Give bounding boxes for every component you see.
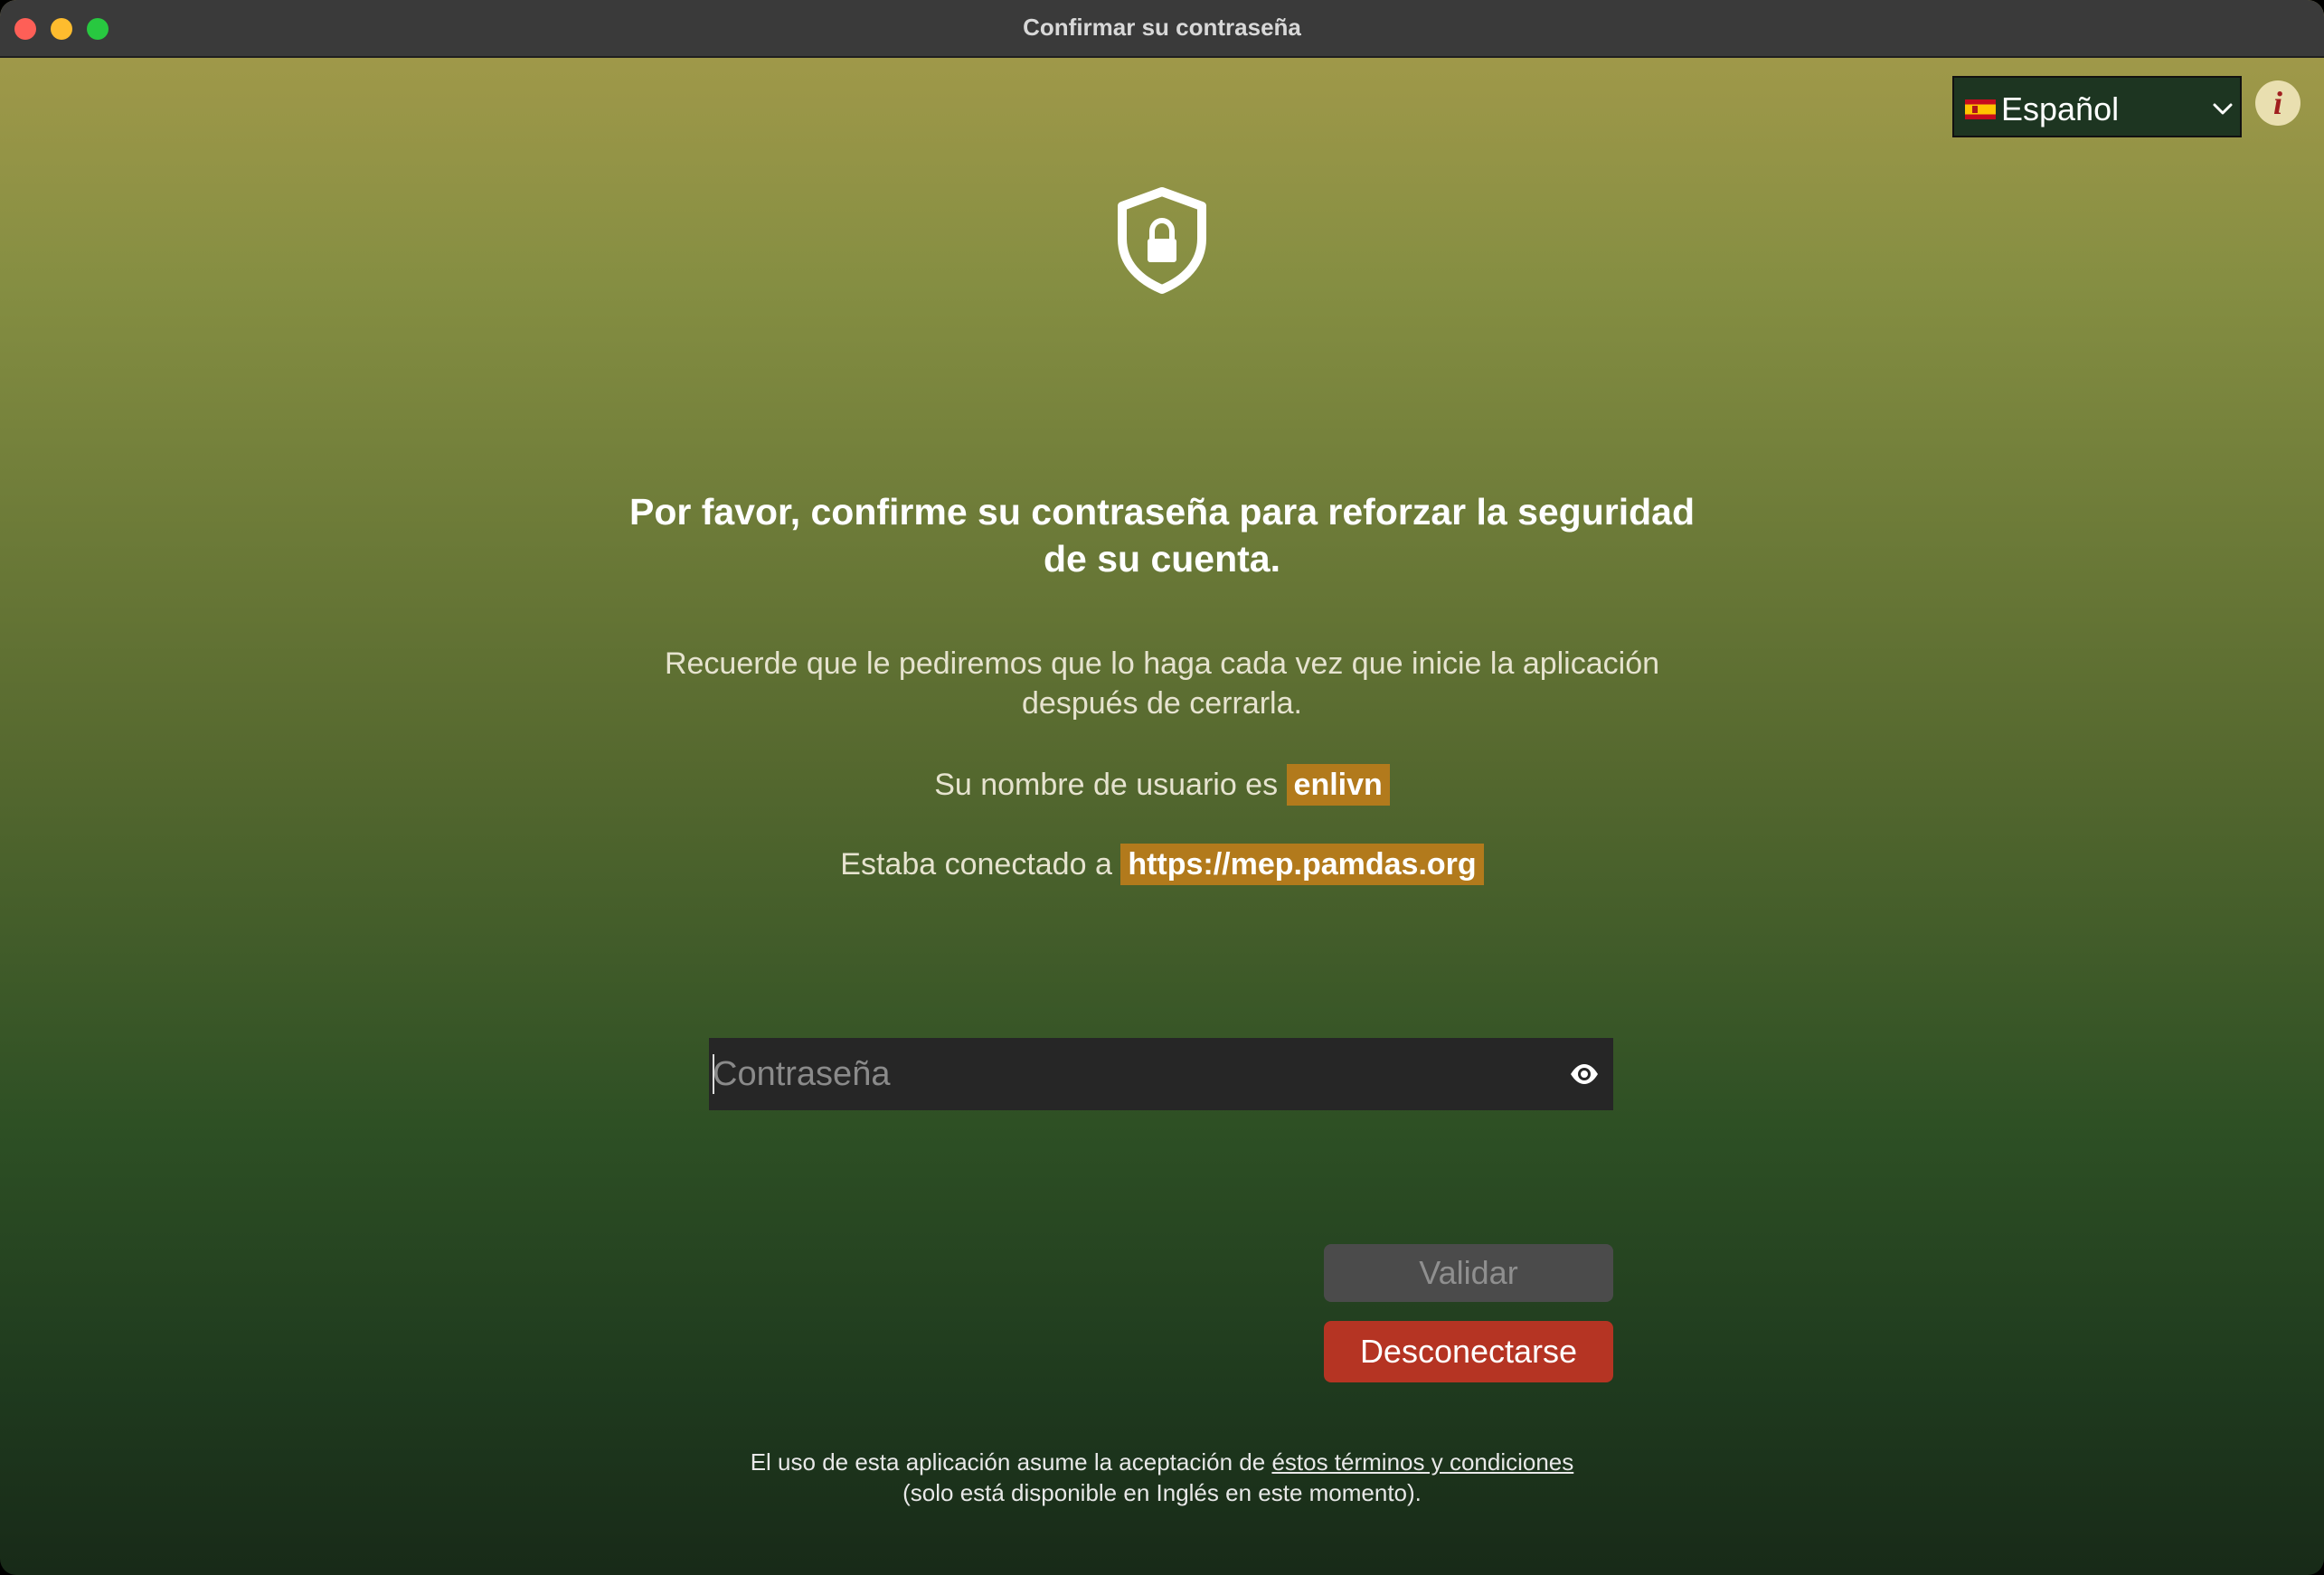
reminder-text: Recuerde que le pediremos que lo haga ca…: [664, 646, 1660, 721]
chevron-down-icon: [2213, 103, 2233, 115]
info-button[interactable]: i: [2255, 80, 2300, 126]
password-input[interactable]: [713, 1038, 1526, 1110]
shield-lock-icon: [1118, 187, 1206, 294]
terms-prefix: El uso de esta aplicación asume la acept…: [750, 1448, 1266, 1476]
window-title: Confirmar su contraseña: [1023, 14, 1301, 41]
title-bar: Confirmar su contraseña: [0, 0, 2324, 58]
page-headline: Por favor, confirme su contraseña para r…: [628, 491, 1695, 580]
username-label: Su nombre de usuario es: [934, 768, 1279, 802]
validate-button[interactable]: Validar: [1324, 1244, 1613, 1302]
logout-button[interactable]: Desconectarse: [1324, 1321, 1613, 1382]
eye-icon[interactable]: [1568, 1058, 1601, 1090]
terms-note: (solo está disponible en Inglés en este …: [902, 1479, 1422, 1506]
terms-link[interactable]: éstos términos y condiciones: [1271, 1448, 1573, 1476]
terms-footer: El uso de esta aplicación asume la acept…: [439, 1447, 1885, 1508]
password-field[interactable]: [709, 1038, 1613, 1110]
text-caret: [713, 1054, 714, 1094]
info-icon: i: [2272, 85, 2282, 121]
server-line: Estaba conectado a https://mep.pamdas.or…: [439, 844, 1885, 885]
username-value: enlivn: [1286, 764, 1390, 806]
spain-flag-icon: [1965, 99, 1996, 119]
server-url: https://mep.pamdas.org: [1120, 844, 1484, 885]
server-label: Estaba conectado a: [840, 847, 1112, 882]
language-select-value: Español: [2001, 90, 2120, 127]
app-window: Confirmar su contraseña Español i Por fa…: [0, 0, 2324, 1575]
username-line: Su nombre de usuario es enlivn: [439, 764, 1885, 806]
language-select[interactable]: Español: [1952, 76, 2242, 137]
